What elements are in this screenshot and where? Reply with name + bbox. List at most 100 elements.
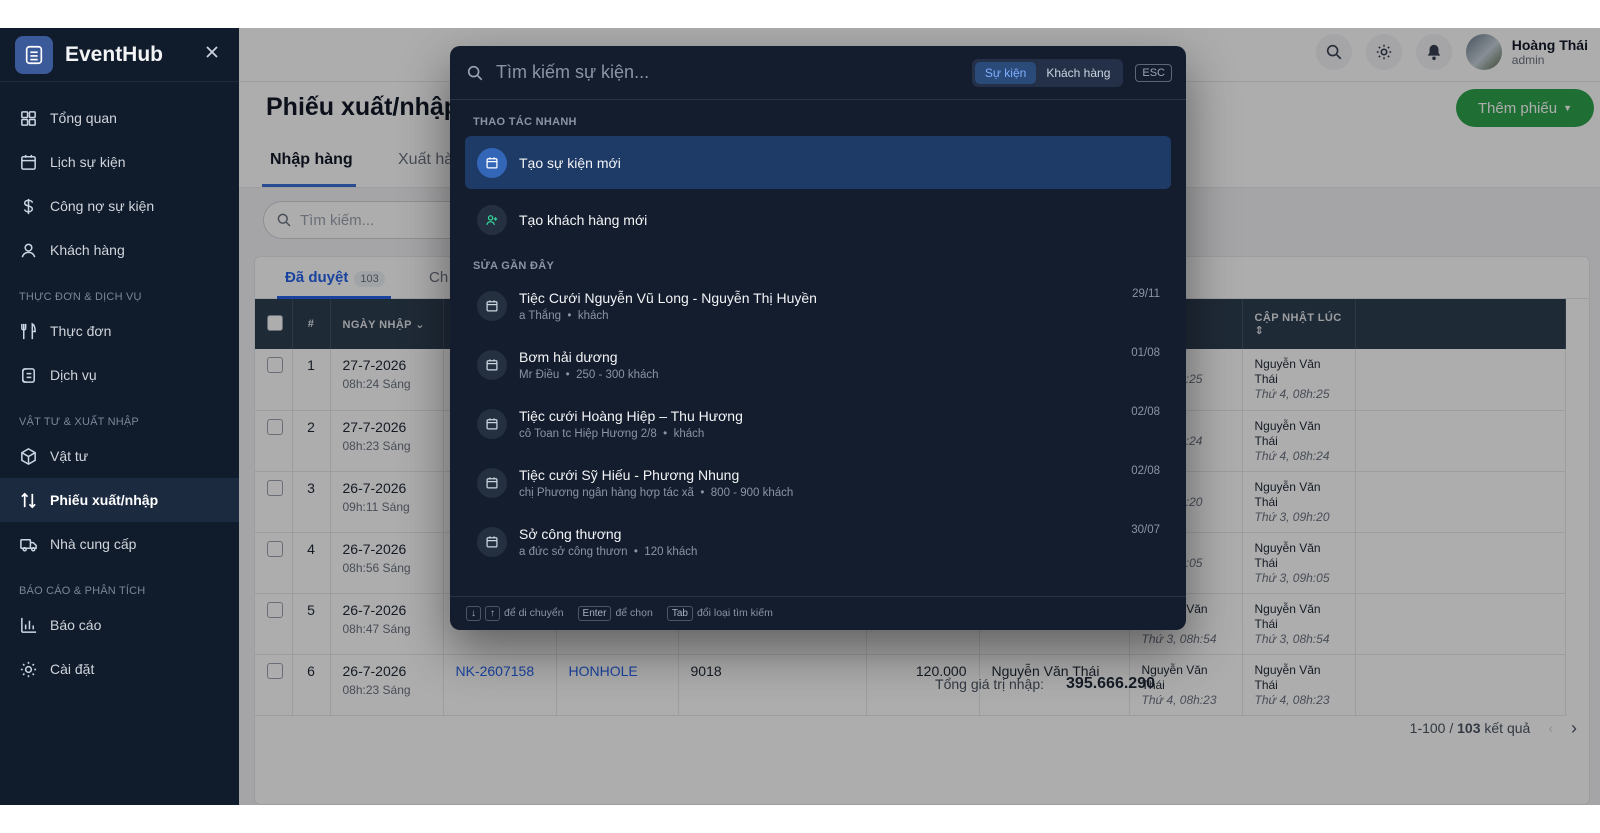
sidebar-item-label: Báo cáo [50,617,102,633]
palette-footer: ↓ ↑ để di chuyển Enter để chọn Tab đổi loại … [450,596,1186,630]
recent-event-meta: a đức sở công thươn • 120 khách [519,545,698,558]
hint-tab: Tab đổi loại tìm kiếm [666,606,773,621]
recent-event-guests: 800 - 900 khách [710,486,794,499]
recent-event-text: Tiệc Cưới Nguyễn Vũ Long - Nguyễn Thị Hu… [519,290,817,322]
sidebar: EventHub Tổng quan Lịch sự kiện Công nợ … [0,28,239,805]
recent-event-guests: khách [577,309,609,322]
recent-event-item[interactable]: Sở công thương a đức sở công thươn • 120… [465,512,1171,571]
close-sidebar-button[interactable] [200,44,224,65]
toggle-events[interactable]: Sự kiện [974,61,1037,84]
arrow-down-icon: ↓ [466,606,481,621]
recent-event-text: Tiệc cưới Sỹ Hiếu - Phương Nhung chị Phư… [519,467,793,499]
recent-event-date: 01/08 [1131,347,1160,359]
recent-event-item[interactable]: Tiệc Cưới Nguyễn Vũ Long - Nguyễn Thị Hu… [465,276,1171,335]
recent-list: Tiệc Cưới Nguyễn Vũ Long - Nguyễn Thị Hu… [450,276,1186,571]
hint-enter-text: để chọn [615,607,653,619]
sidebar-section-label: BÁO CÁO & PHÂN TÍCH [19,585,146,597]
sidebar-item-cong-no[interactable]: Công nợ sự kiện [0,184,239,228]
recent-event-date: 30/07 [1131,524,1160,536]
recent-event-title: Tiệc Cưới Nguyễn Vũ Long - Nguyễn Thị Hu… [519,289,817,306]
app-name: EventHub [65,42,164,66]
recent-event-text: Bơm hải dương Mr Điều • 250 - 300 khách [519,349,659,381]
recent-event-title: Bơm hải dương [519,348,618,365]
sidebar-item-label: Khách hàng [50,242,125,258]
recent-event-meta: chị Phương ngân hàng hợp tác xã • 800 - … [519,486,794,499]
user-icon [21,243,36,257]
swap-arrows-icon [21,492,36,508]
calendar-icon [477,408,507,439]
create-event-action[interactable]: Tạo sự kiện mới [465,136,1171,189]
sidebar-item-label: Nhà cung cấp [50,536,137,552]
esc-key-hint[interactable]: ESC [1135,63,1172,82]
recent-event-text: Tiệc cưới Hoàng Hiệp – Thu Hương cô Toan… [519,408,743,440]
sidebar-item-label: Thực đơn [50,323,112,339]
recent-event-date: 02/08 [1131,465,1160,477]
service-icon [22,367,35,383]
action-label: Tạo sự kiện mới [519,154,621,171]
sidebar-item-bao-cao[interactable]: Báo cáo [0,603,239,647]
sidebar-section-label: THỰC ĐƠN & DỊCH VỤ [19,291,142,303]
recent-event-meta: a Thắng • khách [519,309,609,322]
recent-event-contact: a đức sở công thươn [519,545,628,558]
recent-event-text: Sở công thương a đức sở công thươn • 120… [519,526,697,558]
app-frame: EventHub Tổng quan Lịch sự kiện Công nợ … [0,28,1600,805]
truck-icon [20,538,37,552]
arrow-up-icon: ↑ [485,606,500,621]
sidebar-item-vat-tu[interactable]: Vật tư [0,434,239,478]
tab-key: Tab [666,606,693,621]
fork-knife-icon [21,322,36,339]
hint-tab-text: đổi loại tìm kiếm [696,607,773,619]
sidebar-item-phieu-xuat-nhap[interactable]: Phiếu xuất/nhập [0,478,239,522]
recent-event-contact: cô Toan tc Hiệp Hương 2/8 [519,427,657,440]
command-palette: Tìm kiếm sự kiện... Sự kiện Khách hàng E… [450,46,1186,630]
sidebar-item-thuc-don[interactable]: Thực đơn [0,309,239,353]
recent-event-title: Sở công thương [519,525,622,542]
dollar-icon [23,198,34,214]
recent-event-title: Tiệc cưới Sỹ Hiếu - Phương Nhung [519,466,740,483]
sidebar-nav: Tổng quan Lịch sự kiện Công nợ sự kiện K… [0,82,239,691]
recent-event-title: Tiệc cưới Hoàng Hiệp – Thu Hương [519,407,743,424]
hint-move: ↓ ↑ để di chuyển [466,606,564,621]
sidebar-item-nha-cung-cap[interactable]: Nhà cung cấp [0,522,239,566]
calendar-icon [477,467,507,498]
sidebar-item-label: Công nợ sự kiện [50,198,155,214]
recent-title: SỬA GẦN ĐÂY [473,260,555,272]
toggle-customers[interactable]: Khách hàng [1036,62,1120,84]
calendar-icon [477,290,507,321]
hint-enter: Enter để chọn [577,606,653,621]
recent-event-date: 29/11 [1132,288,1160,300]
recent-event-contact: Mr Điều [519,368,560,381]
recent-event-guests: 250 - 300 khách [576,368,659,381]
sidebar-item-label: Tổng quan [50,110,117,126]
recent-event-contact: chị Phương ngân hàng hợp tác xã [519,486,694,499]
recent-event-item[interactable]: Tiệc cưới Hoàng Hiệp – Thu Hương cô Toan… [465,394,1171,453]
sidebar-item-label: Phiếu xuất/nhập [50,492,159,508]
user-plus-icon [477,204,507,235]
action-label: Tạo khách hàng mới [519,211,648,228]
recent-event-item[interactable]: Tiệc cưới Sỹ Hiếu - Phương Nhung chị Phư… [465,453,1171,512]
sidebar-item-label: Vật tư [50,448,89,464]
recent-event-meta: cô Toan tc Hiệp Hương 2/8 • khách [519,427,705,440]
recent-event-item[interactable]: Bơm hải dương Mr Điều • 250 - 300 khách … [465,335,1171,394]
sidebar-item-tong-quan[interactable]: Tổng quan [0,96,239,140]
search-icon [467,65,483,80]
create-customer-action[interactable]: Tạo khách hàng mới [465,193,1171,246]
calendar-icon [477,349,507,380]
quick-actions-title: THAO TÁC NHANH [473,116,577,128]
palette-search-input[interactable]: Tìm kiếm sự kiện... [496,62,972,83]
sidebar-item-lich-su-kien[interactable]: Lịch sự kiện [0,140,239,184]
sidebar-section-label: VẬT TƯ & XUẤT NHẬP [19,416,139,428]
sidebar-item-dich-vu[interactable]: Dịch vụ [0,353,239,397]
recent-event-date: 02/08 [1131,406,1160,418]
recent-event-contact: a Thắng [519,309,561,322]
sidebar-item-khach-hang[interactable]: Khách hàng [0,228,239,272]
sidebar-item-label: Lịch sự kiện [50,154,126,170]
sidebar-brand: EventHub [0,28,239,82]
search-type-toggle: Sự kiện Khách hàng [971,58,1124,87]
box-icon [21,447,36,465]
sidebar-item-cai-dat[interactable]: Cài đặt [0,647,239,691]
sidebar-item-label: Cài đặt [50,661,95,677]
recent-event-guests: 120 khách [644,545,698,558]
app-logo-icon [15,35,53,74]
recent-event-meta: Mr Điều • 250 - 300 khách [519,368,659,381]
